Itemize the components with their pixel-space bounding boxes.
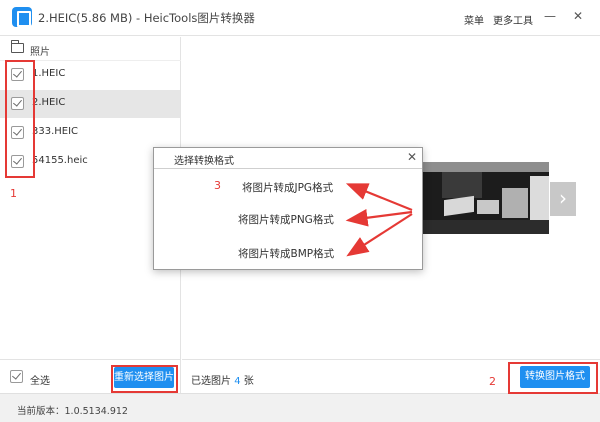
annotation-arrows — [345, 183, 413, 257]
arrow-to-jpg — [345, 183, 413, 212]
arrow-to-bmp — [346, 213, 413, 257]
